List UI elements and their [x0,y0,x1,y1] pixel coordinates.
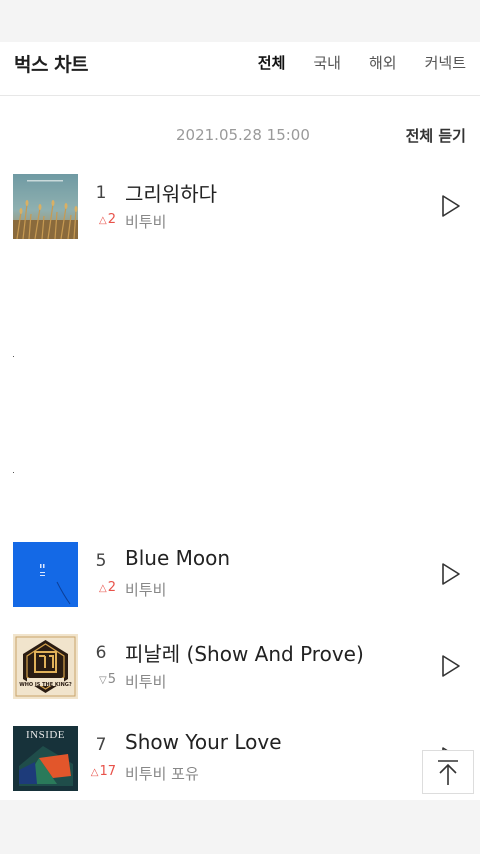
loading-dot [13,472,14,473]
song-row[interactable]: WHO IS THE KING? 6 피날레 (Show And Prove) … [0,634,480,700]
artist-name[interactable]: 비투비 [125,579,166,600]
song-row[interactable]: INSIDE 7 Show Your Love △17 비투비 포유 [0,726,480,792]
artist-name[interactable]: 비투비 [125,211,166,232]
tab-overseas[interactable]: 해외 [369,52,397,73]
album-art-title: INSIDE [25,729,66,741]
album-art[interactable] [13,174,78,239]
song-title[interactable]: 그리워하다 [125,178,217,207]
rank-down-icon: ▽ [99,675,107,686]
tab-connect[interactable]: 커넥트 [425,52,466,73]
rank-number: 5 [95,551,107,571]
song-row[interactable]: 5 Blue Moon △2 비투비 [0,542,480,608]
tab-domestic[interactable]: 국내 [313,52,341,73]
rank-change: △2 [90,580,116,595]
rank-up-icon: △ [90,767,99,778]
chart-tabs: 전체 국내 해외 커넥트 [258,52,466,73]
artist-name[interactable]: 비투비 포유 [125,763,199,784]
rank-number: 7 [95,735,107,755]
rank-change: △2 [90,212,116,227]
chart-screen: 벅스 차트 전체 국내 해외 커넥트 2021.05.28 15:00 전체 듣… [0,42,480,800]
rank-number: 6 [95,643,107,663]
scroll-top-button[interactable] [422,750,474,794]
song-row[interactable]: 1 그리워하다 △2 비투비 [0,174,480,240]
rank-change-value: 17 [99,764,116,779]
header: 벅스 차트 전체 국내 해외 커넥트 [0,42,480,96]
play-icon[interactable] [436,652,464,680]
song-title[interactable]: 피날레 (Show And Prove) [125,638,364,667]
rank-change-value: 5 [107,672,116,687]
play-icon[interactable] [436,560,464,588]
page-title: 벅스 차트 [14,54,89,76]
tab-all[interactable]: 전체 [258,52,286,73]
loading-dot [13,356,14,357]
song-title[interactable]: Show Your Love [125,730,282,754]
artist-name[interactable]: 비투비 [125,671,166,692]
play-all-button[interactable]: 전체 듣기 [406,125,466,146]
rank-change: ▽5 [90,672,116,687]
album-art[interactable] [13,634,78,699]
rank-up-icon: △ [99,583,107,594]
rank-change-value: 2 [107,580,116,595]
album-art-caption: WHO IS THE KING? [19,682,72,688]
arrow-up-icon [438,760,458,785]
rank-change: △17 [90,764,116,779]
play-icon[interactable] [436,192,464,220]
chart-timestamp: 2021.05.28 15:00 [176,126,310,144]
rank-change-value: 2 [107,212,116,227]
song-title[interactable]: Blue Moon [125,546,230,570]
rank-number: 1 [95,183,107,203]
album-art[interactable] [13,542,78,607]
rank-up-icon: △ [99,215,107,226]
